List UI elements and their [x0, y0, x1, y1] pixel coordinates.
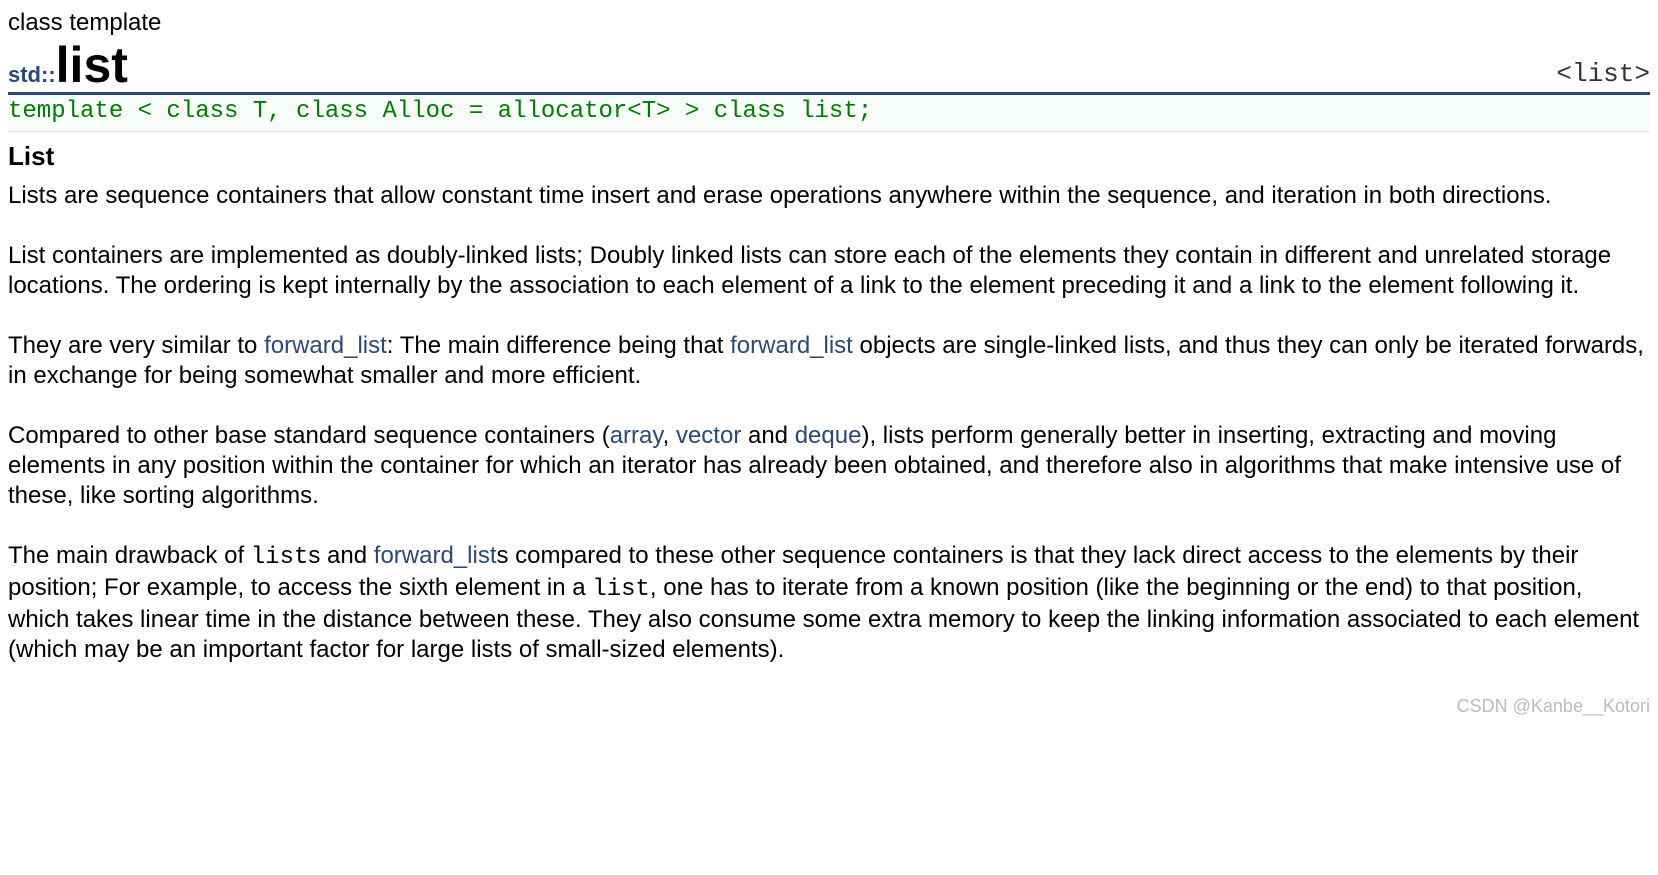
list-mono: list [592, 576, 650, 603]
text-fragment: and [741, 422, 794, 449]
watermark: CSDN @Kanbe__Kotori [8, 695, 1650, 718]
forward-list-link[interactable]: forward_list [374, 542, 497, 569]
namespace-prefix: std:: [8, 61, 56, 89]
section-title: List [8, 140, 1650, 173]
forward-list-link[interactable]: forward_list [730, 332, 853, 359]
paragraph-2: List containers are implemented as doubl… [8, 241, 1650, 301]
supertitle: class template [8, 8, 1650, 38]
class-name: list [56, 40, 128, 90]
template-signature: template < class T, class Alloc = alloca… [8, 95, 1650, 132]
paragraph-4: Compared to other base standard sequence… [8, 421, 1650, 511]
paragraph-1: Lists are sequence containers that allow… [8, 181, 1650, 211]
array-link[interactable]: array [610, 422, 663, 449]
deque-link[interactable]: deque [795, 422, 862, 449]
text-fragment: : The main difference being that [387, 332, 730, 359]
title-row: std::list <list> [8, 40, 1650, 95]
text-fragment: s and [308, 542, 373, 569]
text-fragment: They are very similar to [8, 332, 264, 359]
title-left: std::list [8, 40, 128, 90]
text-fragment: , [663, 422, 676, 449]
paragraph-3: They are very similar to forward_list: T… [8, 331, 1650, 391]
text-fragment: Compared to other base standard sequence… [8, 422, 610, 449]
paragraph-5: The main drawback of lists and forward_l… [8, 541, 1650, 665]
header-include: <list> [1556, 58, 1650, 91]
forward-list-link[interactable]: forward_list [264, 332, 387, 359]
vector-link[interactable]: vector [676, 422, 741, 449]
list-mono: list [251, 544, 309, 571]
text-fragment: The main drawback of [8, 542, 251, 569]
